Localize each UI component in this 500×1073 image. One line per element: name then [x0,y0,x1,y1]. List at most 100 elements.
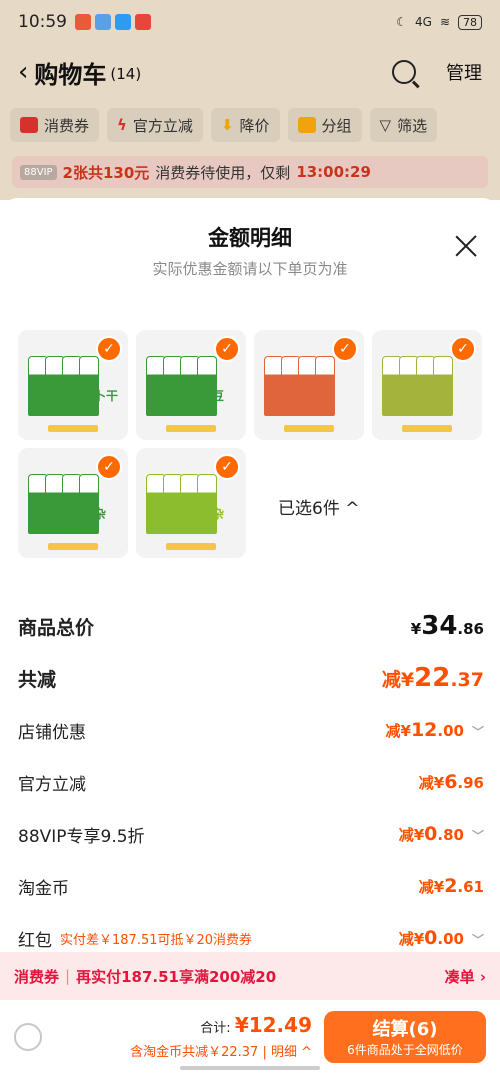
product-tag [402,425,452,432]
check-icon[interactable]: ✓ [450,336,476,362]
row-store-discount[interactable]: 店铺优惠 减¥ 12 .00 ﹀ [18,704,484,756]
bottom-bar: 合计: ¥12.49 含淘金币共减￥22.37 | 明细 ^ 结算(6) 6件商… [0,1000,500,1073]
product-thumbnail[interactable]: 榨菜丝 ✓ [372,330,482,440]
total-line: 合计: ¥12.49 [130,1013,312,1037]
row-label: 共减 [18,668,57,691]
product-tag [48,425,98,432]
check-icon[interactable]: ✓ [96,454,122,480]
coupon-text: 消费券待使用，仅剩 [155,163,291,182]
coupon-highlight: 2张共130元 [62,163,150,182]
package-shape [315,356,335,416]
product-thumbnail[interactable]: 尖椒豇豆 ✓ [136,330,246,440]
product-thumbnail[interactable]: 榨菜食杂 ✓ [136,448,246,558]
sheet-title: 金额明细 [208,226,292,250]
app-notification-icon [75,14,91,30]
manage-button[interactable]: 管理 [446,59,482,85]
amount-dec: .37 [450,669,484,691]
row-value: 减¥ 6 .96 [419,771,484,793]
amount-dec: .96 [457,774,484,792]
currency: 减¥ [381,669,415,691]
product-thumbnail[interactable]: 风干萝卜干 ✓ [18,330,128,440]
filter-coupon[interactable]: 消费券 [10,108,100,142]
currency: 减¥ [398,930,425,948]
product-label: 萝卜条 [294,389,331,403]
filter-price-drop[interactable]: ⬇ 降价 [210,108,280,142]
price-summary: 合计: ¥12.49 含淘金币共减￥22.37 | 明细 ^ [130,1013,312,1060]
currency: 减¥ [398,826,425,844]
amount-int: 12 [410,719,438,741]
add-items-link[interactable]: 凑单 › [445,966,486,987]
package-shape [433,356,453,416]
chevron-down-icon: ﹀ [471,725,484,739]
filter-group[interactable]: 分组 [287,108,362,142]
checkout-button[interactable]: 结算(6) 6件商品处于全网低价 [324,1010,486,1063]
close-icon[interactable] [454,234,478,258]
product-tag [166,425,216,432]
funnel-icon: ▽ [379,116,392,134]
down-arrow-icon: ⬇ [220,116,234,134]
network-indicator: 4G [415,15,432,29]
product-label: 尖椒豇豆 [176,389,225,403]
promo-bar[interactable]: 消费券 | 再实付187.51享满200减20 凑单 › [0,952,500,1000]
product-thumbnail[interactable]: 萝卜食杂 ✓ [18,448,128,558]
filter-official-discount[interactable]: ϟ 官方立减 [107,108,203,142]
product-label: 萝卜食杂 [58,507,107,521]
filter-label: 官方立减 [132,116,193,135]
sheet-header: 金额明细 实际优惠金额请以下单页为准 [0,198,500,288]
check-icon[interactable]: ✓ [332,336,358,362]
home-indicator [180,1066,320,1070]
product-label: 榨菜丝 [412,389,449,403]
search-icon[interactable] [392,60,416,84]
filter-screen[interactable]: ▽ 筛选 [369,108,438,142]
wifi-icon: ≋ [439,15,450,29]
promo-tag: 消费券 [14,967,60,986]
lightning-icon: ϟ [117,116,127,134]
coupon-banner[interactable]: 88VIP 2张共130元 消费券待使用，仅剩 13:00:29 [12,156,488,188]
product-thumbnail[interactable]: 萝卜条 ✓ [254,330,364,440]
select-all-checkbox[interactable] [14,1022,42,1051]
amount-int: 2 [444,875,458,897]
amount-detail-sheet: 金额明细 实际优惠金额请以下单页为准 风干萝卜干 ✓ 尖椒豇豆 ✓ 萝卜条 ✓ 榨菜丝 ✓ 萝卜… [0,198,500,1073]
red-packet-note: 实付差￥187.51可抵￥20消费券 [60,932,253,948]
row-total-reduction: 共减 减¥ 22 .37 [18,652,484,704]
row-label: 官方立减 [18,774,86,795]
row-value: 减¥ 0 .00 ﹀ [399,927,484,949]
selected-count-toggle[interactable]: 已选6件 ^ [278,494,359,519]
check-icon[interactable]: ✓ [214,454,240,480]
package-shape [79,356,99,416]
row-value: 减¥ 12 .00 ﹀ [386,719,484,741]
coupon-countdown: 13:00:29 [296,163,371,181]
amount-dec: .00 [437,930,464,948]
amount-int: 0 [424,823,438,845]
battery-indicator: 78 [458,14,482,30]
amount-dec: .86 [457,620,484,638]
cart-count: (14) [110,65,142,83]
filter-label: 消费券 [44,116,90,135]
currency: 减¥ [418,878,445,896]
back-icon[interactable]: ‹ [18,57,28,87]
amount-dec: .61 [457,878,484,896]
product-tag [284,425,334,432]
row-label: 红包 [18,930,52,951]
row-label: 店铺优惠 [18,722,86,743]
promo-separator: | [65,967,71,985]
filter-label: 降价 [239,116,270,135]
row-value: 减¥ 0 .80 ﹀ [399,823,484,845]
checkout-label: 结算(6) [372,1019,438,1040]
check-icon[interactable]: ✓ [96,336,122,362]
product-label: 风干萝卜干 [58,389,119,403]
filter-label: 分组 [321,116,352,135]
status-bar: 10:59 ☾ 4G ≋ 78 [0,0,500,44]
check-icon[interactable]: ✓ [214,336,240,362]
detail-toggle[interactable]: 含淘金币共减￥22.37 | 明细 ^ [130,1041,312,1060]
row-vip-discount[interactable]: 88VIP专享9.5折 减¥ 0 .80 ﹀ [18,808,484,860]
currency: 减¥ [418,774,445,792]
row-value: 减¥ 2 .61 [419,875,484,897]
product-tag [48,543,98,550]
vip-badge: 88VIP [20,164,57,180]
amount-dec: .00 [437,722,464,740]
app-notification-icon [135,14,151,30]
filter-row: 消费券 ϟ 官方立减 ⬇ 降价 分组 ▽ 筛选 [0,100,500,150]
row-value: ¥ 34 .86 [411,611,484,641]
row-taojinbi: 淘金币 减¥ 2 .61 [18,860,484,912]
